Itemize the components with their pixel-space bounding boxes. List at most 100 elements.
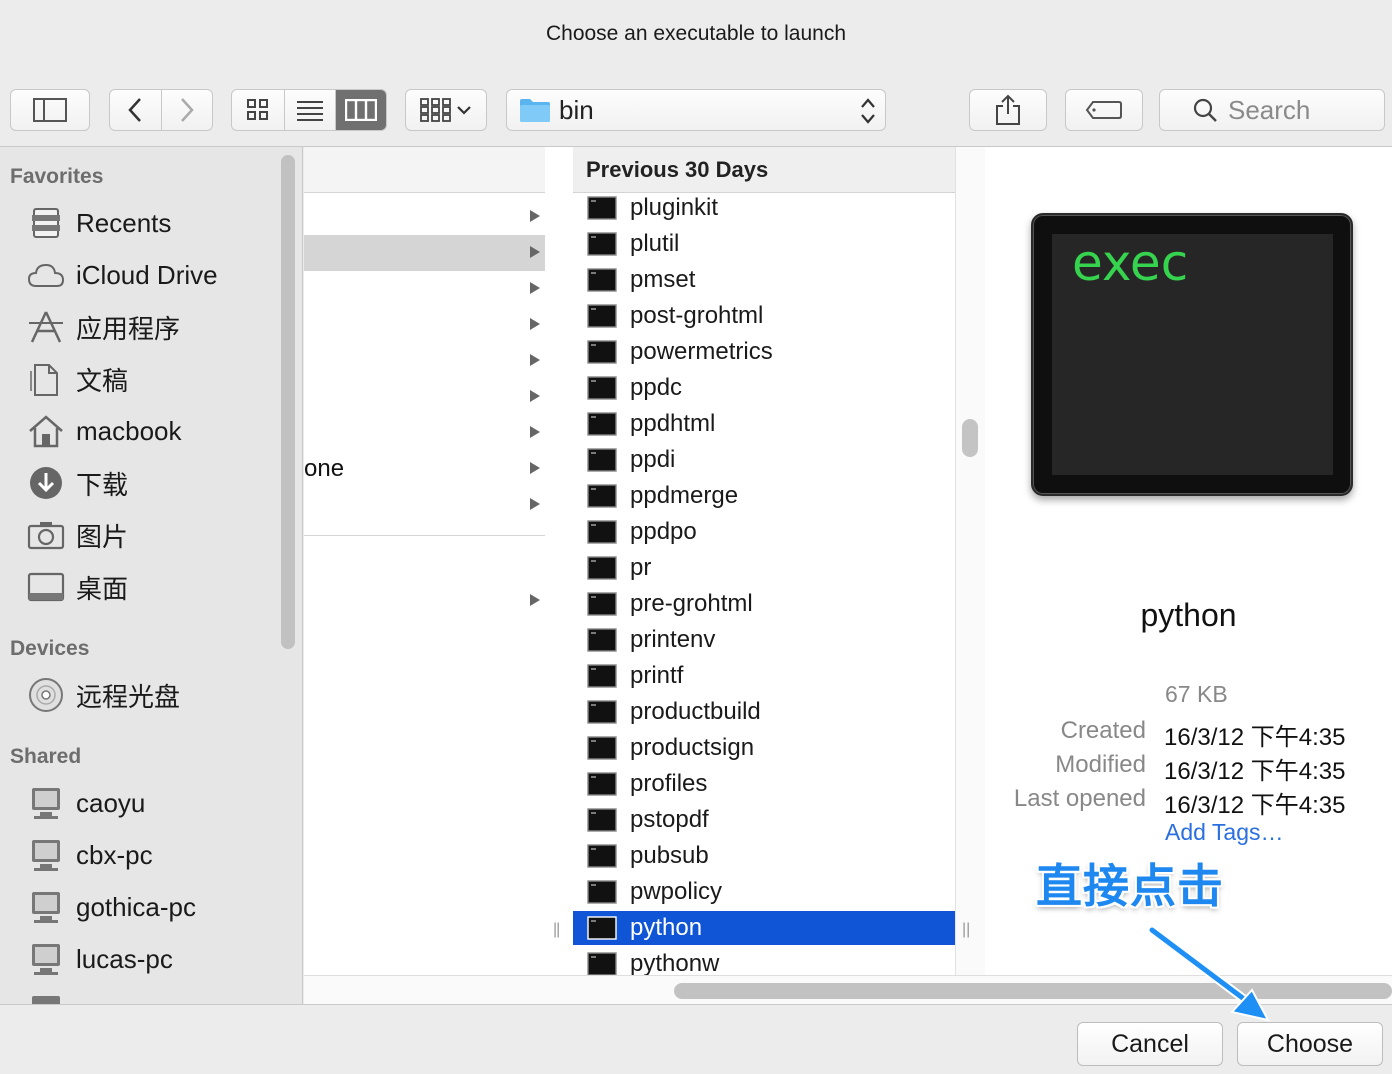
file-row[interactable]: pluginkit: [573, 191, 955, 225]
sidebar-item-label: cbx-pc: [76, 839, 153, 870]
executable-icon: exec: [1031, 213, 1353, 496]
file-row[interactable]: profiles: [573, 767, 955, 801]
file-row[interactable]: productsign: [573, 731, 955, 765]
annotation-text: 直接点击: [1036, 859, 1224, 913]
chevron-left-icon: [128, 98, 142, 122]
cloud-icon: [26, 257, 66, 293]
sidebar-toggle-button[interactable]: [10, 89, 90, 131]
share-icon: [996, 94, 1020, 125]
sidebar-item-partial[interactable]: [26, 989, 276, 1004]
list-item[interactable]: [304, 307, 545, 343]
computer-icon: [26, 837, 66, 873]
file-row[interactable]: ppdi: [573, 443, 955, 477]
file-row[interactable]: pubsub: [573, 839, 955, 873]
arrange-button[interactable]: [405, 89, 487, 131]
sidebar-item-pictures[interactable]: 图片: [26, 513, 276, 557]
list-item[interactable]: [304, 415, 545, 451]
forward-button[interactable]: [160, 90, 212, 130]
file-row[interactable]: powermetrics: [573, 335, 955, 369]
executable-file-icon: [587, 268, 617, 292]
sidebar-item-lucas-pc[interactable]: lucas-pc: [26, 937, 276, 981]
modified-value: 16/3/12 下午4:35: [1164, 758, 1346, 785]
sidebar-item-gothica-pc[interactable]: gothica-pc: [26, 885, 276, 929]
file-name: ppdi: [630, 446, 676, 473]
sidebar-item-desktop[interactable]: 桌面: [26, 565, 276, 609]
search-icon: [1193, 98, 1217, 122]
created-label: Created: [1060, 717, 1146, 744]
list-item[interactable]: [304, 487, 545, 523]
list-item[interactable]: one: [304, 451, 545, 487]
sidebar-item-label: gothica-pc: [76, 891, 196, 922]
column-separator: [304, 535, 545, 536]
file-row[interactable]: ppdhtml: [573, 407, 955, 441]
sidebar-item-label: 桌面: [76, 573, 129, 604]
computer-icon: [26, 993, 66, 1004]
file-row[interactable]: post-grohtml: [573, 299, 955, 333]
file-row[interactable]: pre-grohtml: [573, 587, 955, 621]
file-name: pstopdf: [630, 806, 709, 833]
file-row[interactable]: printenv: [573, 623, 955, 657]
file-name: productbuild: [630, 698, 761, 725]
list-item[interactable]: [304, 199, 545, 235]
sidebar-item-label: Recents: [76, 207, 172, 238]
file-row[interactable]: pstopdf: [573, 803, 955, 837]
file-row[interactable]: plutil: [573, 227, 955, 261]
disclosure-arrow-icon: [530, 210, 540, 222]
sidebar-item-home[interactable]: macbook: [26, 409, 276, 453]
icon-view-button[interactable]: [232, 90, 284, 130]
window-title: Choose an executable to launch: [545, 22, 847, 45]
back-button[interactable]: [110, 90, 161, 130]
list-item[interactable]: [304, 583, 545, 619]
column-scrollbar-knob[interactable]: [962, 419, 978, 457]
file-row[interactable]: pmset: [573, 263, 955, 297]
updown-chevron-icon: [861, 98, 875, 124]
sidebar-item-documents[interactable]: 文稿: [26, 357, 276, 401]
file-row[interactable]: pythonw: [573, 947, 955, 975]
sidebar-item-downloads[interactable]: 下载: [26, 461, 276, 505]
sidebar-item-cbx-pc[interactable]: cbx-pc: [26, 833, 276, 877]
sidebar-scrollbar[interactable]: [281, 155, 295, 649]
file-row[interactable]: pwpolicy: [573, 875, 955, 909]
file-row[interactable]: ppdc: [573, 371, 955, 405]
file-row[interactable]: ppdmerge: [573, 479, 955, 513]
column-view-button[interactable]: [334, 90, 386, 130]
list-item[interactable]: [304, 379, 545, 415]
file-row[interactable]: productbuild: [573, 695, 955, 729]
executable-file-icon: [587, 196, 617, 220]
sidebar-item-applications[interactable]: 应用程序: [26, 305, 276, 349]
file-row[interactable]: pr: [573, 551, 955, 585]
list-item[interactable]: [304, 271, 545, 307]
sidebar-item-caoyu[interactable]: caoyu: [26, 781, 276, 825]
file-name: pubsub: [630, 842, 709, 869]
add-tags-link[interactable]: Add Tags…: [1165, 819, 1283, 846]
executable-file-icon: [587, 304, 617, 328]
file-row[interactable]: ppdpo: [573, 515, 955, 549]
section-header: Previous 30 Days: [573, 147, 955, 193]
file-name: productsign: [630, 734, 755, 761]
file-name: pmset: [630, 266, 696, 293]
search-field[interactable]: Search: [1159, 89, 1385, 131]
list-item[interactable]: [304, 343, 545, 379]
path-popup[interactable]: bin: [506, 89, 886, 131]
list-item-selected[interactable]: [304, 235, 545, 271]
created-row: Created 16/3/12 下午4:35: [985, 717, 1392, 751]
last-opened-row: Last opened 16/3/12 下午4:35: [985, 785, 1392, 819]
back-forward-group: [109, 89, 213, 131]
folder-icon: [520, 99, 550, 122]
share-button[interactable]: [969, 89, 1047, 131]
resize-grip-icon[interactable]: ||: [962, 921, 970, 939]
executable-file-icon: [587, 952, 617, 975]
file-row[interactable]: printf: [573, 659, 955, 693]
executable-file-icon: [587, 448, 617, 472]
devices-header: Devices: [10, 637, 90, 660]
tag-button[interactable]: [1065, 89, 1143, 131]
sidebar-item-icloud[interactable]: iCloud Drive: [26, 253, 276, 297]
list-view-button[interactable]: [284, 90, 334, 130]
column-resize-handle[interactable]: ||: [545, 147, 573, 975]
file-name: powermetrics: [630, 338, 773, 365]
sidebar-item-recents[interactable]: Recents: [26, 201, 276, 245]
file-row-selected[interactable]: python: [573, 911, 955, 945]
file-name: ppdmerge: [630, 482, 739, 509]
executable-file-icon: [587, 700, 617, 724]
sidebar-item-remote-disc[interactable]: 远程光盘: [26, 673, 276, 717]
